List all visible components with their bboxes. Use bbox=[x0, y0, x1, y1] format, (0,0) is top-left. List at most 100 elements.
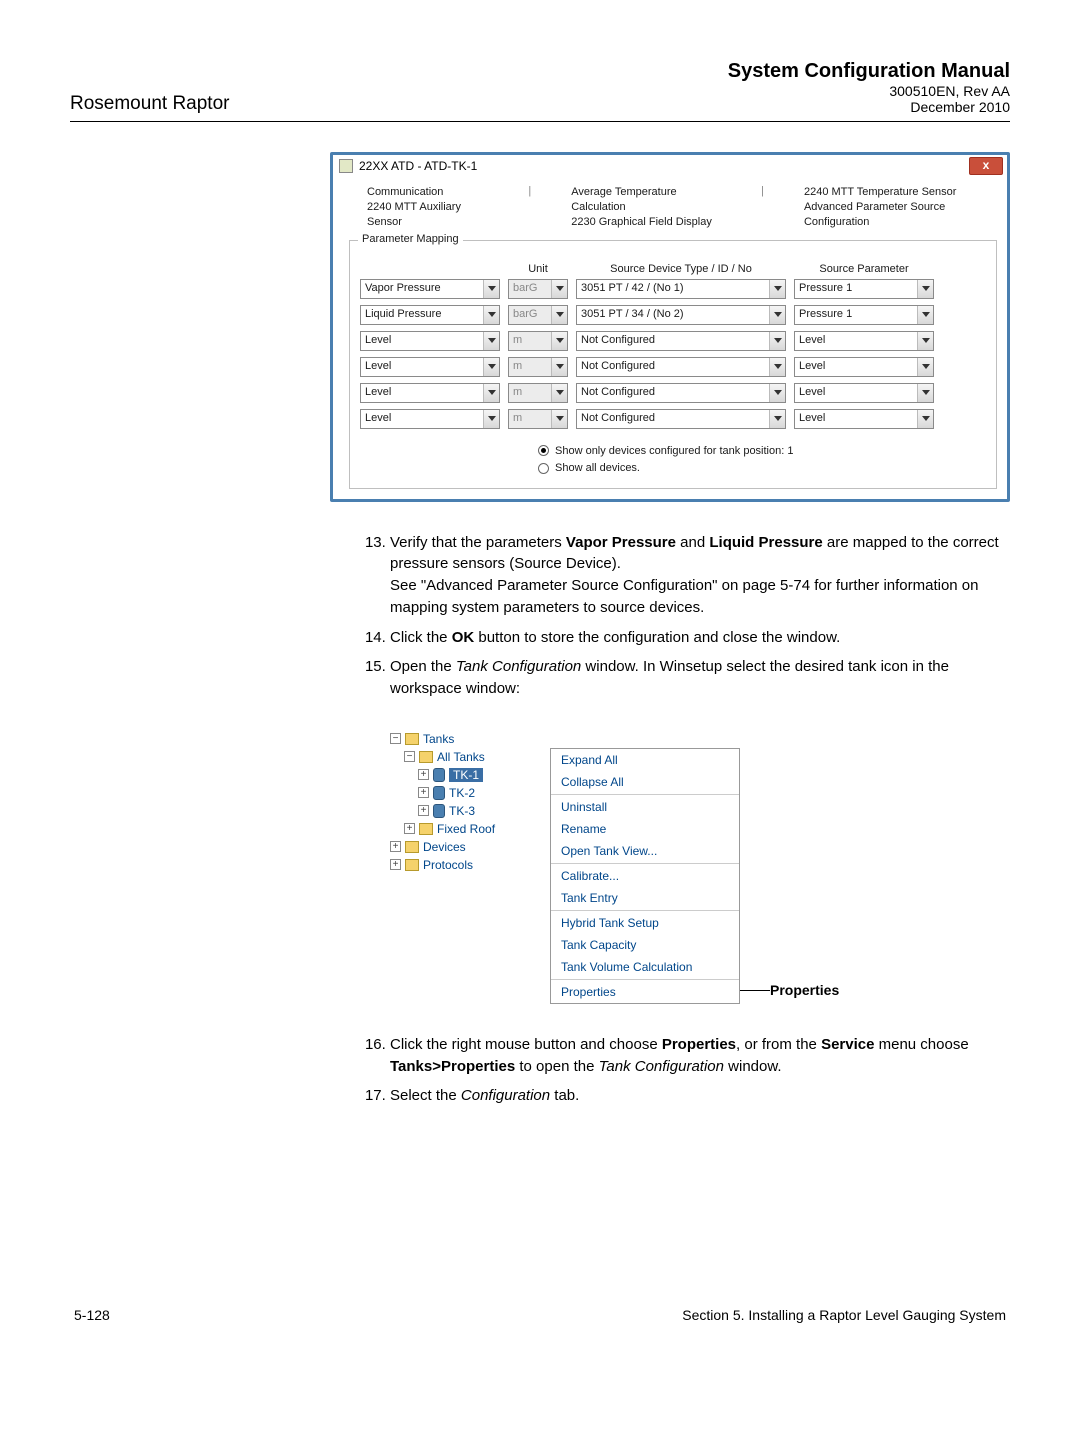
chevron-down-icon bbox=[551, 384, 567, 402]
unit-dropdown[interactable]: m bbox=[508, 331, 568, 351]
section-label: Section 5. Installing a Raptor Level Gau… bbox=[682, 1307, 1006, 1323]
chevron-down-icon bbox=[769, 384, 785, 402]
radio-configured-only[interactable] bbox=[538, 445, 549, 456]
parameter-mapping-group: Parameter Mapping Unit Source Device Typ… bbox=[349, 240, 997, 489]
source-dropdown[interactable]: Not Configured bbox=[576, 331, 786, 351]
chevron-down-icon bbox=[483, 358, 499, 376]
menu-open-tank-view[interactable]: Open Tank View... bbox=[551, 840, 739, 862]
expand-icon[interactable]: + bbox=[404, 823, 415, 834]
folder-icon bbox=[405, 859, 419, 871]
chevron-down-icon bbox=[483, 332, 499, 350]
tab-advanced-config[interactable]: Advanced Parameter Source Configuration bbox=[804, 200, 997, 230]
source-dropdown[interactable]: 3051 PT / 34 / (No 2) bbox=[576, 305, 786, 325]
tank-icon bbox=[433, 768, 445, 782]
source-dropdown[interactable]: 3051 PT / 42 / (No 1) bbox=[576, 279, 786, 299]
step-15: Open the Tank Configuration window. In W… bbox=[390, 656, 1010, 700]
window-icon bbox=[339, 159, 353, 173]
menu-uninstall[interactable]: Uninstall bbox=[551, 796, 739, 818]
chevron-down-icon bbox=[917, 332, 933, 350]
unit-dropdown[interactable]: m bbox=[508, 383, 568, 403]
collapse-icon[interactable]: − bbox=[390, 733, 401, 744]
window-title: 22XX ATD - ATD-TK-1 bbox=[359, 159, 477, 173]
tab-communication[interactable]: Communication bbox=[367, 185, 488, 200]
param-dropdown[interactable]: Liquid Pressure bbox=[360, 305, 500, 325]
sp-dropdown[interactable]: Level bbox=[794, 357, 934, 377]
chevron-down-icon bbox=[551, 280, 567, 298]
tree-item-tk2[interactable]: TK-2 bbox=[449, 786, 475, 800]
menu-tank-entry[interactable]: Tank Entry bbox=[551, 887, 739, 909]
tab-avg-temp[interactable]: Average Temperature Calculation bbox=[571, 185, 721, 215]
tab-field-display[interactable]: 2230 Graphical Field Display bbox=[571, 215, 721, 230]
folder-icon bbox=[419, 823, 433, 835]
context-menu: Expand All Collapse All Uninstall Rename… bbox=[550, 748, 740, 1004]
map-row: Level m Not Configured Level bbox=[360, 331, 986, 351]
config-window: 22XX ATD - ATD-TK-1 x Communication 2240… bbox=[330, 152, 1010, 502]
menu-properties[interactable]: Properties bbox=[551, 981, 739, 1003]
menu-rename[interactable]: Rename bbox=[551, 818, 739, 840]
menu-volume-calc[interactable]: Tank Volume Calculation bbox=[551, 956, 739, 978]
param-dropdown[interactable]: Level bbox=[360, 409, 500, 429]
tree-item-tk1[interactable]: TK-1 bbox=[449, 768, 483, 782]
chevron-down-icon bbox=[769, 306, 785, 324]
radio-show-all[interactable] bbox=[538, 463, 549, 474]
properties-callout: Properties bbox=[770, 982, 839, 1004]
map-row: Level m Not Configured Level bbox=[360, 357, 986, 377]
expand-icon[interactable]: + bbox=[390, 841, 401, 852]
menu-hybrid-setup[interactable]: Hybrid Tank Setup bbox=[551, 912, 739, 934]
param-dropdown[interactable]: Level bbox=[360, 383, 500, 403]
sp-dropdown[interactable]: Pressure 1 bbox=[794, 279, 934, 299]
step-13: Verify that the parameters Vapor Pressur… bbox=[390, 532, 1010, 619]
param-dropdown[interactable]: Level bbox=[360, 357, 500, 377]
unit-dropdown[interactable]: barG bbox=[508, 279, 568, 299]
collapse-icon[interactable]: − bbox=[404, 751, 415, 762]
manual-title: System Configuration Manual bbox=[728, 60, 1010, 83]
unit-dropdown[interactable]: barG bbox=[508, 305, 568, 325]
col-source: Source Device Type / ID / No bbox=[576, 263, 786, 275]
menu-tank-capacity[interactable]: Tank Capacity bbox=[551, 934, 739, 956]
chevron-down-icon bbox=[551, 306, 567, 324]
tank-icon bbox=[433, 786, 445, 800]
menu-collapse-all[interactable]: Collapse All bbox=[551, 771, 739, 793]
page-footer: 5-128 Section 5. Installing a Raptor Lev… bbox=[70, 1307, 1010, 1323]
instruction-list: Verify that the parameters Vapor Pressur… bbox=[350, 532, 1010, 700]
close-button[interactable]: x bbox=[969, 157, 1003, 175]
chevron-down-icon bbox=[483, 410, 499, 428]
param-dropdown[interactable]: Level bbox=[360, 331, 500, 351]
step-14: Click the OK button to store the configu… bbox=[390, 627, 1010, 649]
step-16: Click the right mouse button and choose … bbox=[390, 1034, 1010, 1078]
window-titlebar: 22XX ATD - ATD-TK-1 x bbox=[333, 155, 1007, 177]
chevron-down-icon bbox=[917, 410, 933, 428]
sp-dropdown[interactable]: Pressure 1 bbox=[794, 305, 934, 325]
menu-calibrate[interactable]: Calibrate... bbox=[551, 865, 739, 887]
param-dropdown[interactable]: Vapor Pressure bbox=[360, 279, 500, 299]
expand-icon[interactable]: + bbox=[418, 787, 429, 798]
step-17: Select the Configuration tab. bbox=[390, 1085, 1010, 1107]
source-dropdown[interactable]: Not Configured bbox=[576, 357, 786, 377]
chevron-down-icon bbox=[551, 410, 567, 428]
source-dropdown[interactable]: Not Configured bbox=[576, 383, 786, 403]
chevron-down-icon bbox=[917, 280, 933, 298]
unit-dropdown[interactable]: m bbox=[508, 409, 568, 429]
menu-expand-all[interactable]: Expand All bbox=[551, 749, 739, 771]
chevron-down-icon bbox=[769, 410, 785, 428]
tree-item-tk3[interactable]: TK-3 bbox=[449, 804, 475, 818]
map-row: Liquid Pressure barG 3051 PT / 34 / (No … bbox=[360, 305, 986, 325]
chevron-down-icon bbox=[917, 384, 933, 402]
folder-icon bbox=[405, 733, 419, 745]
page-number: 5-128 bbox=[74, 1307, 110, 1323]
source-dropdown[interactable]: Not Configured bbox=[576, 409, 786, 429]
tank-icon bbox=[433, 804, 445, 818]
chevron-down-icon bbox=[769, 358, 785, 376]
sp-dropdown[interactable]: Level bbox=[794, 409, 934, 429]
expand-icon[interactable]: + bbox=[418, 769, 429, 780]
sp-dropdown[interactable]: Level bbox=[794, 383, 934, 403]
expand-icon[interactable]: + bbox=[390, 859, 401, 870]
map-row: Level m Not Configured Level bbox=[360, 409, 986, 429]
tab-row: Communication 2240 MTT Auxiliary Sensor … bbox=[349, 183, 997, 236]
expand-icon[interactable]: + bbox=[418, 805, 429, 816]
folder-icon bbox=[405, 841, 419, 853]
tab-aux-sensor[interactable]: 2240 MTT Auxiliary Sensor bbox=[367, 200, 488, 230]
sp-dropdown[interactable]: Level bbox=[794, 331, 934, 351]
unit-dropdown[interactable]: m bbox=[508, 357, 568, 377]
tab-temp-sensor[interactable]: 2240 MTT Temperature Sensor bbox=[804, 185, 997, 200]
